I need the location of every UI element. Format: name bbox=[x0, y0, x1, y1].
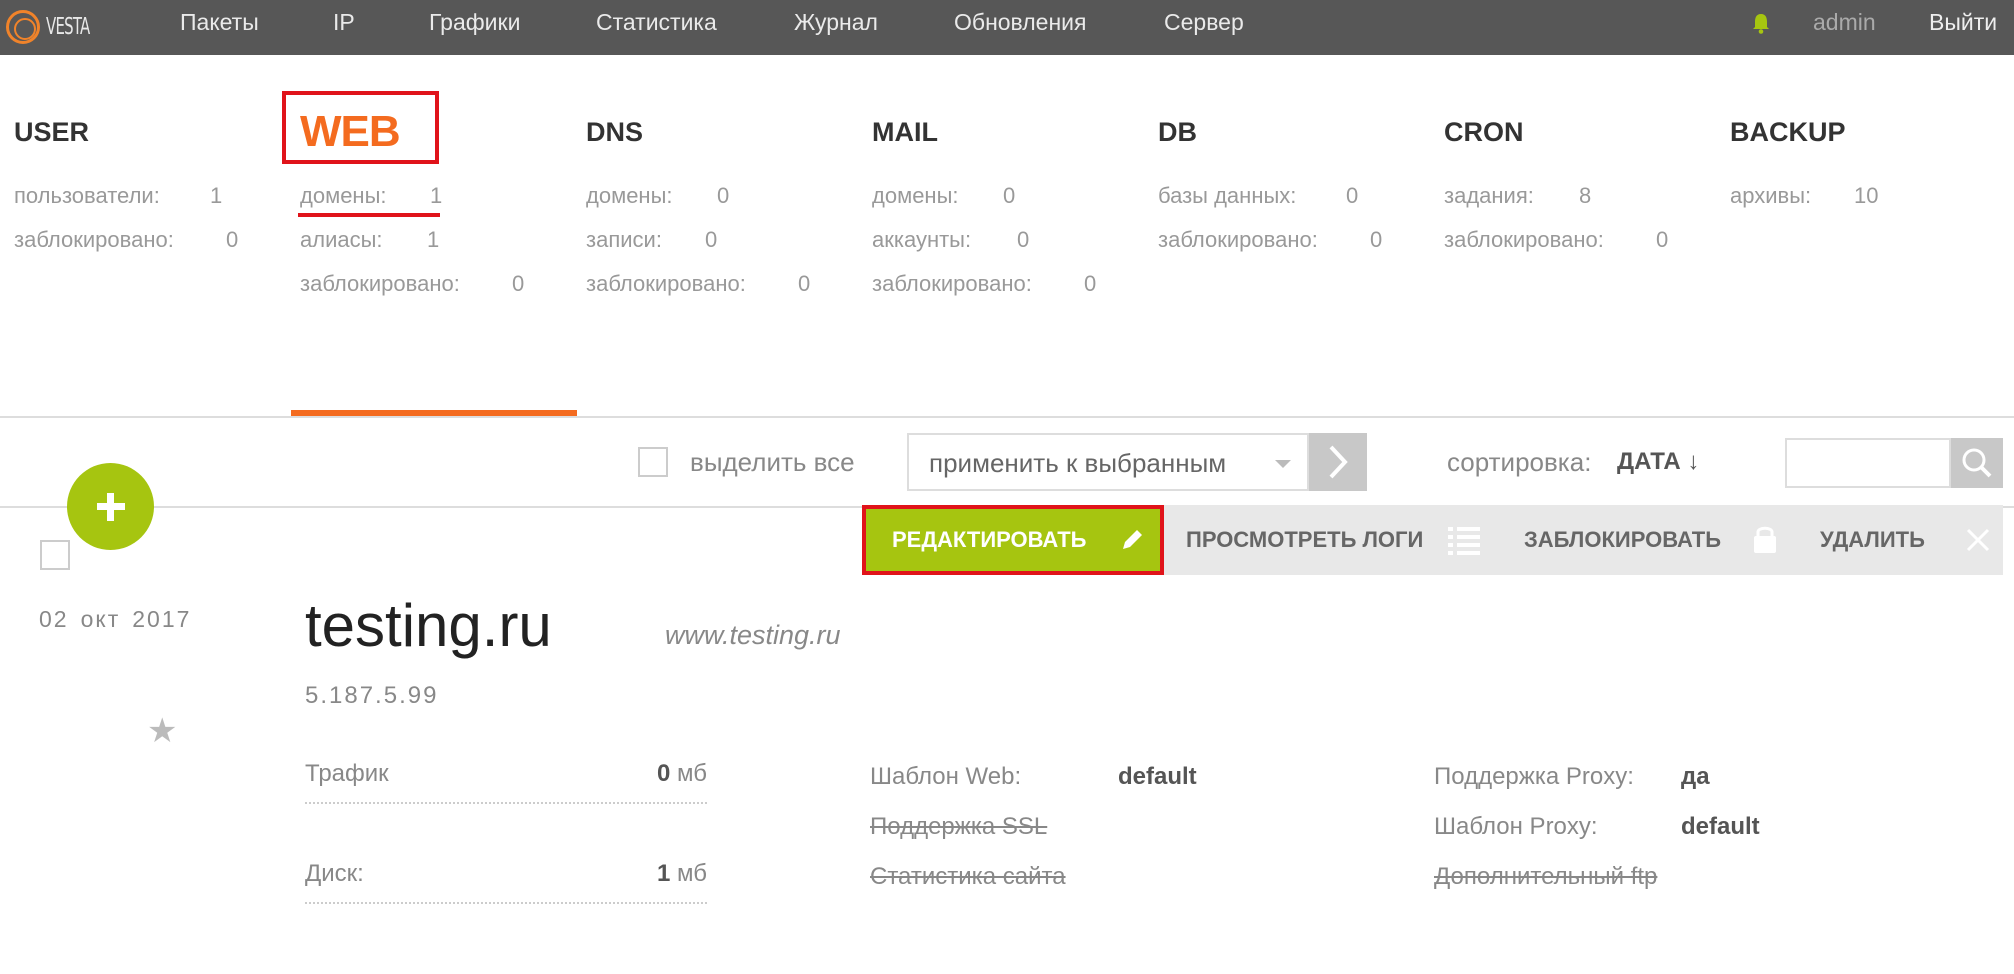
stat-row: заблокировано: 0 bbox=[1444, 227, 1669, 252]
proxy-template-label: Шаблон Proxy: bbox=[1434, 813, 1598, 840]
logout-link[interactable]: Выйти bbox=[1929, 0, 1997, 44]
close-icon bbox=[1966, 528, 1990, 552]
user-link[interactable]: admin bbox=[1813, 0, 1876, 44]
apply-go-button[interactable] bbox=[1309, 433, 1367, 491]
stat-row: алиасы: 1 bbox=[300, 227, 440, 252]
lock-icon bbox=[1754, 526, 1776, 553]
search-button[interactable] bbox=[1951, 438, 2003, 488]
nav-graphs[interactable]: Графики bbox=[429, 0, 520, 44]
tab-title: CRON bbox=[1444, 117, 1524, 147]
stat-row: задания: 8 bbox=[1444, 183, 1592, 208]
apply-select-value: применить к выбранным bbox=[929, 448, 1227, 478]
traffic-metric: Трафик 0 мб bbox=[305, 758, 707, 804]
stat-row: записи: 0 bbox=[586, 227, 718, 252]
nav-statistics[interactable]: Статистика bbox=[596, 0, 717, 44]
stat-row: заблокировано: 0 bbox=[1158, 227, 1383, 252]
view-logs-button[interactable]: ПРОСМОТРЕТЬ ЛОГИ bbox=[1186, 505, 1423, 575]
tab-user[interactable]: USER пользователи: 1 заблокировано: 0 bbox=[14, 90, 239, 262]
disk-metric: Диск: 1 мб bbox=[305, 858, 707, 904]
pencil-icon bbox=[1123, 530, 1142, 549]
web-template-label: Шаблон Web: bbox=[870, 763, 1022, 790]
proxy-template-value: default bbox=[1681, 813, 1760, 840]
edit-button[interactable]: РЕДАКТИРОВАТЬ bbox=[862, 505, 1164, 575]
tab-cron[interactable]: CRON задания: 8 заблокировано: 0 bbox=[1444, 90, 1669, 262]
stat-row: пользователи: 1 bbox=[14, 183, 223, 208]
logo-text: VESTA bbox=[46, 14, 90, 40]
chevron-right-icon bbox=[1329, 445, 1348, 479]
ssl-support-label: Поддержка SSL bbox=[870, 813, 1048, 840]
tab-mail[interactable]: MAIL домены: 0 аккаунты: 0 заблокировано: 0 bbox=[872, 90, 1097, 306]
nav-packages[interactable]: Пакеты bbox=[180, 0, 259, 44]
select-all-checkbox[interactable] bbox=[638, 447, 668, 477]
notifications-bell-icon[interactable] bbox=[1751, 12, 1771, 34]
logo-ring-icon bbox=[6, 10, 40, 44]
search-icon bbox=[1962, 448, 1992, 478]
nav-ip[interactable]: IP bbox=[333, 0, 355, 44]
domain-alias: www.testing.ru bbox=[665, 620, 841, 650]
site-stats-label: Статистика сайта bbox=[870, 863, 1066, 890]
stat-row: домены: 1 bbox=[300, 183, 443, 208]
tab-dns[interactable]: DNS домены: 0 записи: 0 заблокировано: 0 bbox=[586, 90, 811, 306]
nav-server[interactable]: Сервер bbox=[1164, 0, 1244, 44]
top-bar: VESTA Пакеты IP Графики Статистика Журна… bbox=[0, 0, 2014, 55]
delete-button[interactable]: УДАЛИТЬ bbox=[1820, 505, 1925, 575]
edit-button-label: РЕДАКТИРОВАТЬ bbox=[892, 527, 1087, 552]
extra-ftp-label: Дополнительный ftp bbox=[1434, 863, 1658, 890]
highlight-underline-domains bbox=[298, 213, 440, 217]
stat-row: заблокировано: 0 bbox=[586, 271, 811, 296]
tab-title: USER bbox=[14, 117, 90, 147]
stat-row: базы данных: 0 bbox=[1158, 183, 1359, 208]
tab-title: DNS bbox=[586, 117, 644, 147]
row-select-checkbox[interactable] bbox=[40, 540, 70, 570]
nav-updates[interactable]: Обновления bbox=[954, 0, 1086, 44]
add-domain-button[interactable] bbox=[67, 463, 154, 550]
tabs-divider bbox=[0, 416, 2014, 418]
stat-row: заблокировано: 0 bbox=[300, 271, 525, 296]
apply-to-selected-select[interactable]: применить к выбранным bbox=[907, 433, 1309, 491]
stat-row: заблокировано: 0 bbox=[14, 227, 239, 252]
tab-title: BACKUP bbox=[1730, 117, 1846, 147]
tab-backup[interactable]: BACKUP архивы: 10 bbox=[1730, 90, 1879, 218]
stat-row: архивы: 10 bbox=[1730, 183, 1879, 208]
select-all-label: выделить все bbox=[690, 447, 855, 477]
highlight-box-web bbox=[282, 91, 439, 164]
list-icon bbox=[1448, 527, 1480, 555]
tab-title: MAIL bbox=[872, 117, 938, 147]
sort-label: сортировка: bbox=[1447, 447, 1592, 477]
search-input[interactable] bbox=[1785, 438, 1951, 488]
block-button[interactable]: ЗАБЛОКИРОВАТЬ bbox=[1524, 505, 1721, 575]
web-template-value: default bbox=[1118, 763, 1197, 790]
sort-order-toggle[interactable]: ДАТА ↓ bbox=[1617, 445, 1699, 479]
star-icon[interactable]: ★ bbox=[147, 711, 177, 751]
domain-ip: 5.187.5.99 bbox=[305, 682, 439, 709]
tab-db[interactable]: DB базы данных: 0 заблокировано: 0 bbox=[1158, 90, 1383, 262]
record-date: 02 окт 2017 bbox=[39, 606, 192, 632]
domain-name: testing.ru bbox=[305, 592, 552, 659]
stat-row: домены: 0 bbox=[586, 183, 730, 208]
caret-down-icon bbox=[1275, 460, 1291, 468]
stat-row: домены: 0 bbox=[872, 183, 1016, 208]
vesta-logo[interactable]: VESTA bbox=[6, 7, 106, 47]
stat-row: заблокировано: 0 bbox=[872, 271, 1097, 296]
stat-row: аккаунты: 0 bbox=[872, 227, 1030, 252]
proxy-support-label: Поддержка Proxy: bbox=[1434, 763, 1634, 790]
proxy-support-value: да bbox=[1681, 763, 1710, 790]
nav-log[interactable]: Журнал bbox=[794, 0, 878, 44]
tab-title: DB bbox=[1158, 117, 1197, 147]
